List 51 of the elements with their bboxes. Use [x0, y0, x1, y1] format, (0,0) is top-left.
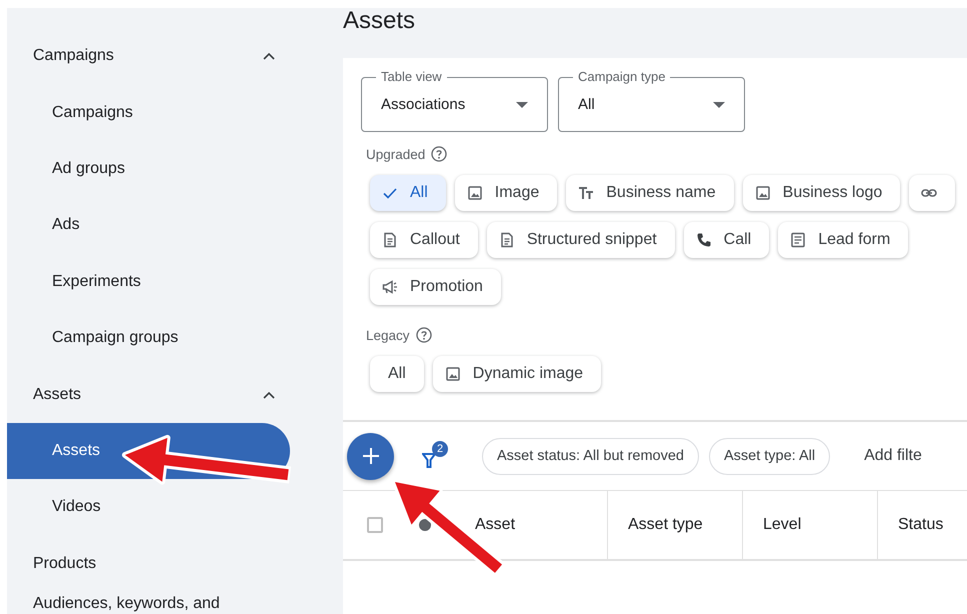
nav-item[interactable]: Experiments — [7, 254, 290, 310]
dropdown-caret-icon — [516, 102, 528, 108]
phone-icon — [696, 232, 712, 248]
column-header[interactable]: Asset type — [608, 491, 743, 559]
filter-chip[interactable] — [909, 175, 956, 211]
filter-chip[interactable]: Promotion — [370, 269, 501, 305]
nav-item[interactable]: Campaigns — [7, 84, 290, 141]
column-header[interactable]: Level — [743, 491, 878, 559]
filter-chip[interactable]: All — [370, 175, 446, 211]
dropdown-caret-icon — [713, 102, 725, 108]
document-icon — [382, 232, 398, 248]
image-icon — [444, 366, 461, 382]
filter-chip[interactable]: Business name — [566, 175, 734, 211]
filter-pill[interactable]: Asset type: All — [708, 438, 830, 474]
add-filter-button[interactable]: Add filte — [840, 447, 922, 465]
filter-chip[interactable]: Business logo — [742, 175, 900, 211]
help-icon[interactable] — [416, 327, 432, 343]
page-title: Assets — [343, 8, 416, 36]
text-icon — [578, 185, 594, 201]
nav-item[interactable]: Ad groups — [7, 140, 290, 198]
dropdown-field[interactable]: Table view Associations — [361, 68, 548, 132]
image-icon — [466, 185, 483, 201]
nav-section-header[interactable]: Campaigns — [7, 28, 290, 84]
filter-chip[interactable]: Structured snippet — [486, 222, 675, 258]
nav-item[interactable]: Videos — [7, 479, 290, 536]
section-label: Upgraded — [366, 146, 426, 162]
filter-pill[interactable]: Asset status: All but removed — [482, 438, 699, 474]
image-icon — [754, 185, 771, 201]
add-button[interactable] — [347, 432, 394, 480]
nav-section-header[interactable]: Assets — [7, 366, 290, 423]
filter-chip[interactable]: Call — [684, 222, 770, 258]
dropdown-field[interactable]: Campaign type All — [558, 68, 745, 132]
column-header[interactable]: Status — [878, 491, 967, 559]
checkbox[interactable] — [367, 517, 383, 533]
column-header[interactable]: Asset — [443, 491, 608, 559]
nav-item[interactable]: Campaign groups — [7, 310, 290, 366]
help-icon[interactable] — [431, 146, 448, 162]
section-label: Legacy — [366, 328, 410, 342]
megaphone-icon — [382, 279, 398, 295]
document-icon — [498, 232, 515, 248]
filter-chip[interactable]: Lead form — [778, 222, 908, 258]
filter-chip[interactable]: Callout — [370, 222, 478, 258]
plus-icon — [360, 446, 380, 466]
status-dot-icon — [419, 519, 431, 531]
filter-chip[interactable]: Image — [454, 175, 558, 211]
filter-count-badge: 2 — [432, 441, 448, 457]
filter-chip[interactable]: Dynamic image — [432, 356, 602, 392]
filter-chip[interactable]: All — [370, 356, 424, 392]
form-icon — [790, 232, 806, 248]
nav-item[interactable]: Ads — [7, 197, 290, 254]
filter-icon[interactable] — [422, 451, 438, 469]
